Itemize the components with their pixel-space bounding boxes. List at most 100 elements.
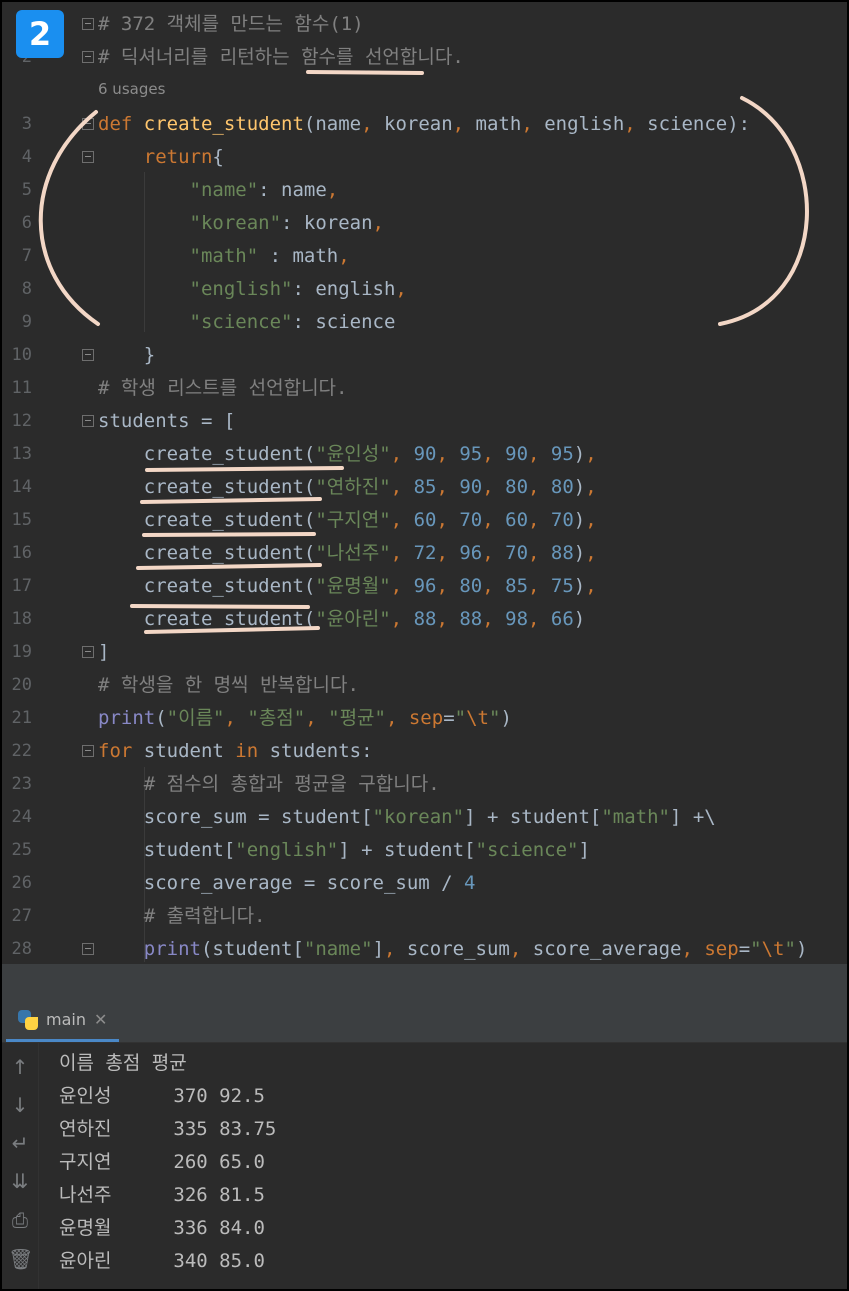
code-token: 88 [550,542,574,564]
code-line[interactable]: 11 # 학생 리스트를 선언합니다. [2,372,847,405]
fold-marker-icon[interactable] [82,349,94,361]
code-line[interactable]: 8 "english": english, [2,273,847,306]
code-line[interactable]: 23 # 점수의 총합과 평균을 구합니다. [2,768,847,801]
code-token: ] + student[ [338,839,476,861]
code-line[interactable]: 15 create_student("구지연", 60, 70, 60, 70)… [2,504,847,537]
code-token: , [521,113,545,135]
code-text: # 딕셔너리를 리턴하는 함수를 선언합니다. [98,41,464,74]
code-line[interactable]: 2# 딕셔너리를 리턴하는 함수를 선언합니다. [2,41,847,74]
scroll-to-end-icon[interactable]: ⇊ [8,1169,32,1193]
code-token: , [372,212,384,234]
code-token: ] [372,938,385,960]
fold-marker-icon[interactable] [82,745,94,757]
code-token: print [98,707,156,729]
code-editor[interactable]: 6 usages 1# 372 객체를 만드는 함수(1)2# 딕셔너리를 리턴… [2,2,847,964]
fold-marker-icon[interactable] [82,646,94,658]
code-line[interactable]: 20 # 학생을 한 명씩 반복합니다. [2,669,847,702]
code-line[interactable]: 27 # 출력합니다. [2,900,847,933]
code-token: create_student( [98,509,316,531]
code-token: 72 [413,542,437,564]
code-text: create_student("윤아린", 88, 88, 98, 66) [98,603,586,636]
code-line[interactable]: 4 return{ [2,141,847,174]
code-line[interactable]: 10 } [2,339,847,372]
code-token: 70 [550,509,574,531]
code-token: # 학생 리스트를 선언합니다. [98,377,348,399]
code-token: korean [384,113,453,135]
code-token: , [384,938,407,960]
code-token: , [482,443,506,465]
code-line[interactable]: 26 score_average = score_sum / 4 [2,867,847,900]
code-token: "korean" [189,212,282,234]
code-token: 95 [459,443,483,465]
panel-divider[interactable] [2,964,847,1000]
code-text: score_sum = student["korean"] + student[… [98,801,716,834]
code-line[interactable]: 24 score_sum = student["korean"] + stude… [2,801,847,834]
code-token: create_student( [98,476,316,498]
code-token: "name" [303,938,373,960]
code-token: # 출력합니다. [143,905,266,927]
code-token: , [624,113,648,135]
soft-wrap-icon[interactable]: ↵ [8,1131,32,1155]
code-line[interactable]: 6 "korean": korean, [2,207,847,240]
code-line[interactable]: 22 for student in students: [2,735,847,768]
fold-marker-icon[interactable] [82,51,94,63]
fold-marker-icon[interactable] [82,415,94,427]
line-number: 7 [21,246,32,266]
code-token: : english [292,278,396,300]
code-token: "평균" [328,707,386,729]
line-number: 20 [11,675,32,695]
code-line[interactable]: 1# 372 객체를 만드는 함수(1) [2,8,847,41]
code-line[interactable]: 17 create_student("윤명월", 96, 80, 85, 75)… [2,570,847,603]
print-icon[interactable]: ⎙ [8,1208,32,1232]
code-token: , [390,575,414,597]
code-line[interactable]: 3 def create_student(name, korean, math, … [2,108,847,141]
fold-marker-icon[interactable] [82,118,94,130]
arrow-up-icon[interactable]: ↑ [8,1055,32,1079]
code-token: , [436,542,460,564]
code-token: create_student( [98,443,316,465]
line-number: 17 [11,576,32,596]
code-text: for student in students: [98,735,373,768]
code-token: ] [98,641,110,663]
code-line[interactable]: 18 create_student("윤아린", 88, 88, 98, 66) [2,603,847,636]
code-token: for [98,740,144,762]
code-text: create_student("구지연", 60, 70, 60, 70), [98,504,597,537]
line-number: 28 [11,939,32,959]
arrow-down-icon[interactable]: ↓ [8,1093,32,1117]
code-token: "연하진" [315,476,391,498]
code-line[interactable]: 12 students = [ [2,405,847,438]
close-icon[interactable]: ✕ [94,1010,107,1029]
code-token: 90 [413,443,437,465]
code-line[interactable]: 5 "name": name, [2,174,847,207]
code-token: create_student( [98,608,316,630]
code-line[interactable]: 28 print(student["name"], score_sum, sco… [2,933,847,966]
fold-marker-icon[interactable] [82,151,94,163]
line-number: 6 [21,213,32,233]
code-text: ] [98,636,109,669]
code-token: # 학생을 한 명씩 반복합니다. [98,674,359,696]
code-line[interactable]: 14 create_student("연하진", 85, 90, 80, 80)… [2,471,847,504]
code-line[interactable]: 21 print("이름", "총점", "평균", sep="\t") [2,702,847,735]
code-token: , [385,707,409,729]
code-token: "윤인성" [315,443,391,465]
code-line[interactable]: 19] [2,636,847,669]
code-token: "윤명월" [315,575,391,597]
code-token: , [326,179,339,201]
fold-marker-icon[interactable] [82,943,94,955]
code-token: "science" [189,311,293,333]
trash-icon[interactable]: 🗑 [8,1247,33,1271]
usages-hint[interactable]: 6 usages [98,80,165,98]
code-line[interactable]: 25 student["english"] + student["science… [2,834,847,867]
code-token: 96 [459,542,483,564]
code-line[interactable]: 13 create_student("윤인성", 90, 95, 90, 95)… [2,438,847,471]
run-tab-main[interactable]: main ✕ [6,1000,120,1042]
code-token: # 372 객체를 만드는 함수(1) [98,13,364,35]
code-line[interactable]: 7 "math" : math, [2,240,847,273]
line-number: 14 [11,477,32,497]
code-token: print [143,938,201,960]
code-token: , [395,278,407,300]
code-token: def [98,113,144,135]
code-line[interactable]: 16 create_student("나선주", 72, 96, 70, 88)… [2,537,847,570]
fold-marker-icon[interactable] [82,18,94,30]
code-line[interactable]: 9 "science": science [2,306,847,339]
